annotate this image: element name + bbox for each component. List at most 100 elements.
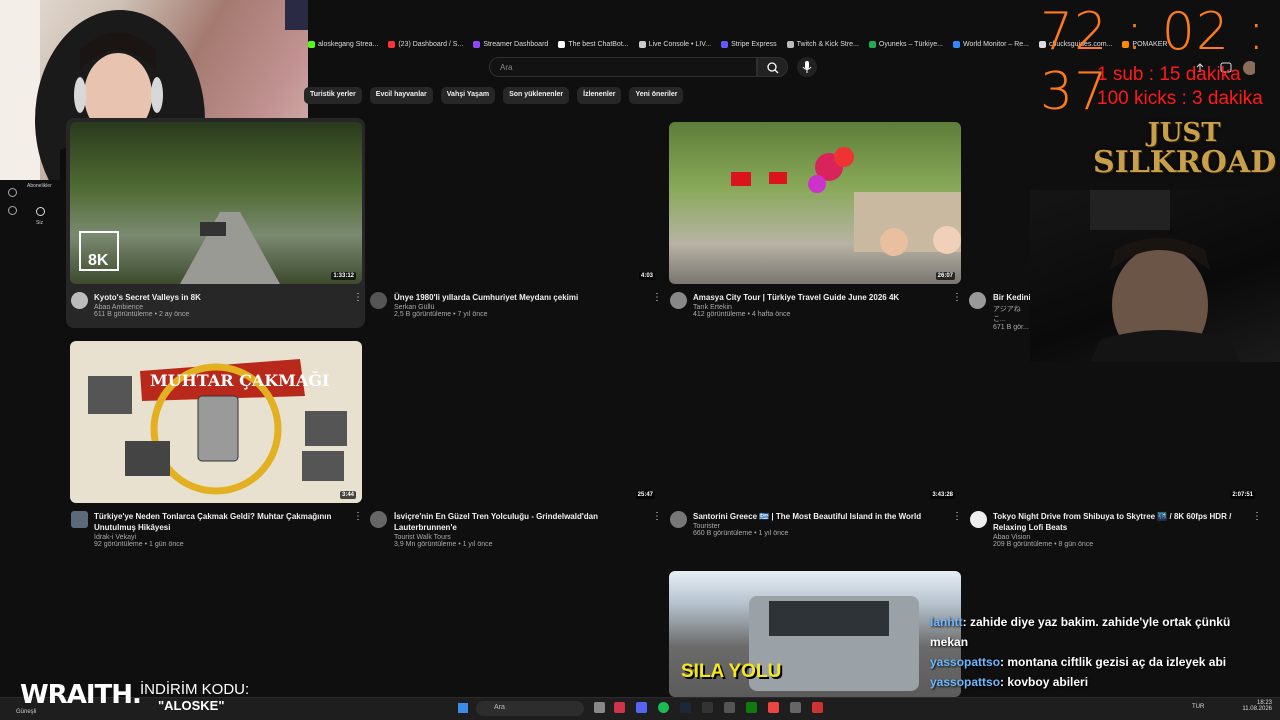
app-icon[interactable] (724, 702, 735, 713)
sidebar-item-you[interactable]: Siz (36, 220, 43, 226)
opera-gx-icon[interactable] (614, 702, 625, 713)
video-meta: 209 B görüntüleme • 8 gün önce (993, 541, 1094, 548)
channel-name[interactable]: Serkan Güllü (394, 304, 654, 311)
video-title[interactable]: Tokyo Night Drive from Shibuya to Skytre… (993, 511, 1253, 533)
video-info: Ünye 1980'li yıllarda Cumhuriyet Meydanı… (394, 292, 654, 318)
chat-text: : kovboy abileri (1000, 675, 1089, 689)
road-thumbnail-art (79, 212, 280, 284)
xbox-icon[interactable] (746, 702, 757, 713)
bookmark-item[interactable]: The best ChatBot... (558, 41, 629, 48)
chat-message: yassopattso: montana ciftlik gezisi aç d… (930, 652, 1270, 672)
filter-chips: Turistik yerler Evcil hayvanlar Vahşi Yaşa… (304, 87, 684, 104)
video-meta: 671 B gör... (993, 324, 1029, 331)
video-title[interactable]: İsviçre'nin En Güzel Tren Yolculuğu - Gr… (394, 511, 654, 533)
search-input[interactable]: Ara (489, 57, 757, 77)
webcam-overlay-guest (1030, 190, 1280, 363)
video-title[interactable]: Bir Kedinin... (993, 292, 1033, 303)
chat-username: lanhtt (930, 615, 963, 629)
channel-name[interactable]: Abao Vision (993, 534, 1253, 541)
video-duration: 25:47 (635, 491, 655, 499)
voice-search-button[interactable] (797, 57, 817, 77)
video-meta: 2,5 B görüntüleme • 7 yıl önce (394, 311, 488, 318)
bookmark-label: Twitch & Kick Stre... (796, 41, 859, 48)
bookmark-item[interactable]: Streamer Dashboard (473, 41, 548, 48)
taskbar-search[interactable]: Ara (476, 701, 584, 716)
channel-name[interactable]: アジアねこ... (993, 304, 1033, 324)
spotify-icon[interactable] (658, 702, 669, 713)
video-title[interactable]: Santorini Greece 🇬🇷 | The Most Beautiful… (693, 511, 953, 522)
language-indicator[interactable]: TUR (1192, 704, 1204, 710)
obs-icon[interactable] (790, 702, 801, 713)
history-icon[interactable] (8, 188, 17, 197)
channel-name[interactable]: Abao Ambience (94, 304, 354, 311)
video-duration: 3:44 (339, 491, 356, 499)
video-title[interactable]: Kyoto's Secret Valleys in 8K (94, 292, 354, 303)
channel-name[interactable]: İdrak-i Vekayi (94, 534, 354, 541)
bookmark-item[interactable]: Stripe Express (721, 41, 777, 48)
video-thumbnail[interactable]: 26:07 (669, 122, 961, 284)
video-thumbnail[interactable]: SILA YOLU (669, 571, 961, 697)
more-options-icon[interactable]: ⋮ (652, 511, 662, 522)
bookmark-item[interactable]: World Monitor – Re... (952, 41, 1029, 48)
channel-name[interactable]: Tourister (693, 523, 953, 530)
channel-avatar[interactable] (370, 292, 387, 309)
windows-start-icon[interactable] (458, 703, 468, 713)
video-duration: 4:03 (638, 272, 655, 280)
channel-name[interactable]: Tourist Walk Tours (394, 534, 654, 541)
more-options-icon[interactable]: ⋮ (952, 292, 962, 303)
sidebar-item-subscriptions[interactable]: Abonelikler (27, 183, 52, 189)
filter-chip[interactable]: Son yüklenenler (503, 87, 570, 104)
video-thumbnail[interactable]: 2:07:51 (969, 341, 1261, 503)
video-info: Kyoto's Secret Valleys in 8K Abao Ambien… (94, 292, 354, 318)
channel-avatar[interactable] (969, 292, 986, 309)
channel-avatar[interactable] (970, 511, 987, 528)
discord-icon[interactable] (636, 702, 647, 713)
file-explorer-icon[interactable] (594, 702, 605, 713)
more-options-icon[interactable]: ⋮ (652, 292, 662, 303)
more-options-icon[interactable]: ⋮ (1252, 511, 1262, 522)
video-thumbnail[interactable]: MUHTAR ÇAKMAĞI 3:44 (70, 341, 362, 503)
video-info: Santorini Greece 🇬🇷 | The Most Beautiful… (693, 511, 953, 537)
channel-avatar[interactable] (670, 292, 687, 309)
channel-avatar[interactable] (670, 511, 687, 528)
user-icon[interactable] (36, 207, 45, 216)
filter-chip[interactable]: Vahşi Yaşam (440, 87, 496, 104)
bookmark-item[interactable]: Twitch & Kick Stre... (786, 41, 859, 48)
bookmark-label: Oyuneks – Türkiye... (878, 41, 943, 48)
more-options-icon[interactable]: ⋮ (353, 292, 363, 303)
video-thumbnail[interactable]: 25:47 (369, 341, 661, 503)
bookmark-item[interactable]: Oyuneks – Türkiye... (868, 41, 943, 48)
epic-games-icon[interactable] (702, 702, 713, 713)
clock[interactable]: 18:23 11.08.2026 (1242, 700, 1272, 712)
filter-chip[interactable]: Evcil hayvanlar (369, 87, 433, 104)
chat-text: : zahide diye yaz bakim. zahide'yle orta… (930, 615, 1231, 649)
filter-chip[interactable]: Yeni öneriler (629, 87, 684, 104)
video-thumbnail[interactable]: 8K 1:33:12 (70, 122, 362, 284)
channel-avatar[interactable] (370, 511, 387, 528)
bookmark-item[interactable]: (23) Dashboard / S... (388, 41, 463, 48)
video-thumbnail[interactable]: 4:03 (369, 122, 661, 284)
bookmark-favicon-icon (308, 41, 315, 48)
filter-chip[interactable]: İzlenenler (577, 87, 622, 104)
video-title[interactable]: Amasya City Tour | Türkiye Travel Guide … (693, 292, 953, 303)
video-meta: 660 B görüntüleme • 1 yıl önce (693, 530, 789, 537)
bookmark-label: Live Console • LIV... (648, 41, 712, 48)
channel-name[interactable]: Tarık Ertekin (693, 304, 953, 311)
video-title[interactable]: Ünye 1980'li yıllarda Cumhuriyet Meydanı… (394, 292, 654, 303)
chat-text: : montana ciftlik gezisi aç da izleyek a… (1000, 655, 1227, 669)
video-title[interactable]: Türkiye'ye Neden Tonlarca Çakmak Geldi? … (94, 511, 354, 533)
settings-icon[interactable] (8, 206, 17, 215)
video-thumbnail[interactable]: 3:43:28 (669, 341, 961, 503)
steam-icon[interactable] (680, 702, 691, 713)
search-button[interactable] (757, 57, 788, 77)
bookmark-label: Stripe Express (731, 41, 777, 48)
channel-avatar[interactable] (71, 511, 88, 528)
app-icon[interactable] (812, 702, 823, 713)
bookmark-item[interactable]: aloskegang Strea... (308, 41, 378, 48)
filter-chip[interactable]: Turistik yerler (304, 87, 362, 104)
channel-avatar[interactable] (71, 292, 88, 309)
app-icon[interactable] (768, 702, 779, 713)
bookmark-item[interactable]: Live Console • LIV... (638, 41, 712, 48)
more-options-icon[interactable]: ⋮ (353, 511, 363, 522)
more-options-icon[interactable]: ⋮ (952, 511, 962, 522)
